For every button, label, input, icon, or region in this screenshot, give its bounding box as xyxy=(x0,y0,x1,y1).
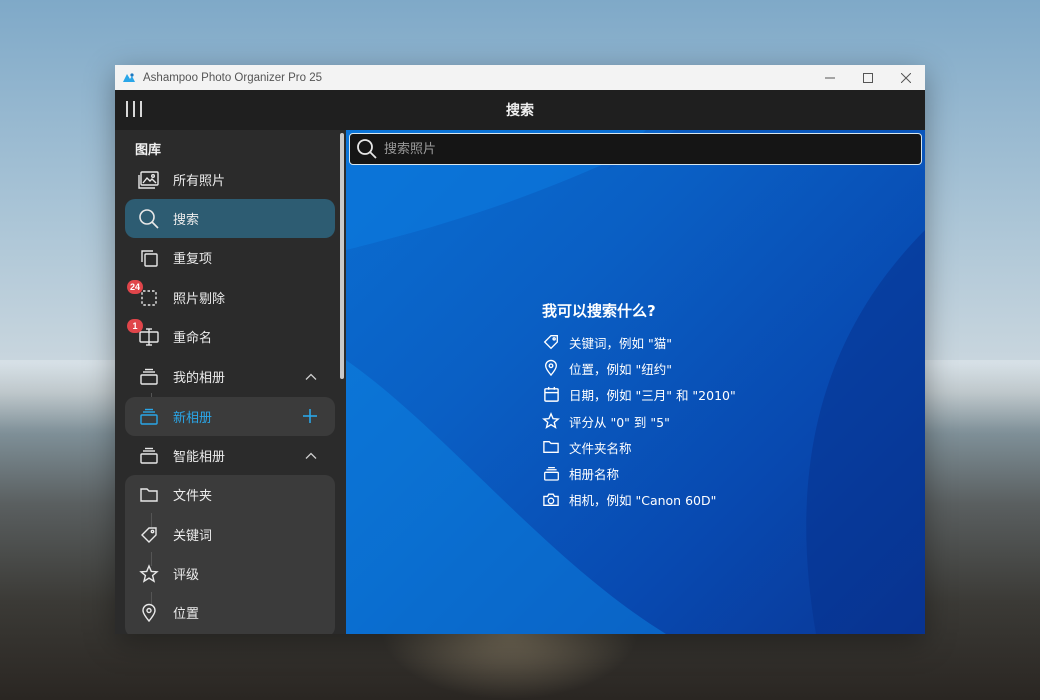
sidebar-item-duplicates[interactable]: 重复项 xyxy=(125,238,335,277)
help-row-location: 位置，例如 "纽约" xyxy=(542,355,736,381)
chevron-up-icon[interactable] xyxy=(305,449,317,464)
sidebar-scrollbar[interactable] xyxy=(339,130,346,634)
sidebar-item-search[interactable]: 搜索 xyxy=(125,199,335,238)
help-row-date: 日期，例如 "三月" 和 "2010" xyxy=(542,382,736,408)
sidebar-item-rename[interactable]: 1 重命名 xyxy=(125,317,335,356)
hamburger-menu-icon[interactable] xyxy=(126,101,142,119)
search-icon xyxy=(133,199,165,238)
sidebar-item-keywords[interactable]: 关键词 xyxy=(125,515,335,554)
photo-cull-icon: 24 xyxy=(127,278,165,317)
help-row-text: 相机，例如 "Canon 60D" xyxy=(569,493,717,509)
sidebar-item-new-album[interactable]: 新相册 xyxy=(125,397,335,436)
help-row-text: 文件夹名称 xyxy=(569,440,632,456)
sidebar-item-label: 我的相册 xyxy=(173,371,226,386)
close-button[interactable] xyxy=(887,65,925,90)
sidebar-item-label: 智能相册 xyxy=(173,450,226,465)
minimize-button[interactable] xyxy=(811,65,849,90)
sidebar-item-label: 所有照片 xyxy=(173,174,226,189)
library-section-label: 图库 xyxy=(135,143,162,158)
calendar-icon xyxy=(542,386,560,404)
search-input[interactable] xyxy=(384,135,921,163)
album-icon xyxy=(542,465,560,483)
sidebar-item-all-photos[interactable]: 所有照片 xyxy=(125,160,335,199)
star-icon xyxy=(133,554,165,593)
duplicates-icon xyxy=(133,238,165,277)
help-row-text: 位置，例如 "纽约" xyxy=(569,361,672,377)
search-help: 我可以搜索什么? 关键词，例如 "猫" 位置，例如 "纽约" 日期，例如 "三月… xyxy=(542,300,736,513)
help-row-rating: 评分从 "0" 到 "5" xyxy=(542,408,736,434)
search-icon xyxy=(350,134,384,164)
help-row-text: 日期，例如 "三月" 和 "2010" xyxy=(569,388,736,404)
photos-icon xyxy=(133,160,165,199)
rename-badge: 1 xyxy=(127,319,143,333)
location-pin-icon xyxy=(133,593,165,632)
help-row-text: 关键词，例如 "猫" xyxy=(569,335,672,351)
title-bar[interactable]: Ashampoo Photo Organizer Pro 25 xyxy=(115,65,925,90)
sidebar-item-label: 搜索 xyxy=(173,213,200,228)
app-header: 搜索 xyxy=(115,90,925,130)
sidebar-item-label: 位置 xyxy=(173,607,200,622)
sidebar-item-label: 照片剔除 xyxy=(173,292,226,307)
help-row-camera: 相机，例如 "Canon 60D" xyxy=(542,487,736,513)
app-logo-icon xyxy=(122,72,136,84)
window-title: Ashampoo Photo Organizer Pro 25 xyxy=(143,71,322,84)
help-row-album: 相册名称 xyxy=(542,460,736,486)
sidebar: 图库 所有照片 搜索 重复项 24 照片剔除 1 重命名 我的相册 新相册 智能… xyxy=(115,130,346,634)
sidebar-item-label: 新相册 xyxy=(173,411,213,426)
smart-album-icon xyxy=(133,436,165,475)
sidebar-item-folders[interactable]: 文件夹 xyxy=(125,475,335,514)
camera-icon xyxy=(542,491,560,509)
sidebar-item-label: 重命名 xyxy=(173,331,213,346)
maximize-icon xyxy=(863,72,873,83)
app-window: Ashampoo Photo Organizer Pro 25 搜索 图库 所有… xyxy=(115,65,925,634)
maximize-button[interactable] xyxy=(849,65,887,90)
folder-icon xyxy=(542,438,560,456)
rename-icon: 1 xyxy=(127,317,165,356)
help-row-text: 相册名称 xyxy=(569,467,620,483)
minimize-icon xyxy=(825,77,835,78)
sidebar-item-label: 文件夹 xyxy=(173,489,213,504)
sidebar-item-label: 关键词 xyxy=(173,529,213,544)
tag-icon xyxy=(542,333,560,351)
sidebar-item-label: 评级 xyxy=(173,568,200,583)
sidebar-scrollbar-thumb[interactable] xyxy=(340,133,344,379)
help-row-folder: 文件夹名称 xyxy=(542,434,736,460)
help-row-text: 评分从 "0" 到 "5" xyxy=(569,414,670,430)
photo-cull-badge: 24 xyxy=(127,280,144,294)
album-icon xyxy=(133,397,165,436)
tag-icon xyxy=(133,515,165,554)
search-bar[interactable] xyxy=(349,133,922,165)
location-pin-icon xyxy=(542,359,560,377)
folder-icon xyxy=(133,475,165,514)
chevron-up-icon[interactable] xyxy=(305,370,317,385)
close-icon xyxy=(901,72,911,83)
album-icon xyxy=(133,357,165,396)
page-title: 搜索 xyxy=(506,103,534,119)
sidebar-item-smart-albums[interactable]: 智能相册 xyxy=(125,436,335,475)
sidebar-item-my-albums[interactable]: 我的相册 xyxy=(125,357,335,396)
sidebar-item-label: 重复项 xyxy=(173,252,213,267)
star-icon xyxy=(542,412,560,430)
sidebar-item-ratings[interactable]: 评级 xyxy=(125,554,335,593)
search-panel: 我可以搜索什么? 关键词，例如 "猫" 位置，例如 "纽约" xyxy=(346,130,925,634)
sidebar-item-location[interactable]: 位置 xyxy=(125,593,335,632)
content-area: 图库 所有照片 搜索 重复项 24 照片剔除 1 重命名 我的相册 新相册 智能… xyxy=(115,130,925,634)
help-row-keywords: 关键词，例如 "猫" xyxy=(542,329,736,355)
sidebar-item-photo-cull[interactable]: 24 照片剔除 xyxy=(125,278,335,317)
search-help-title: 我可以搜索什么? xyxy=(542,302,656,320)
add-album-icon[interactable] xyxy=(301,407,319,429)
